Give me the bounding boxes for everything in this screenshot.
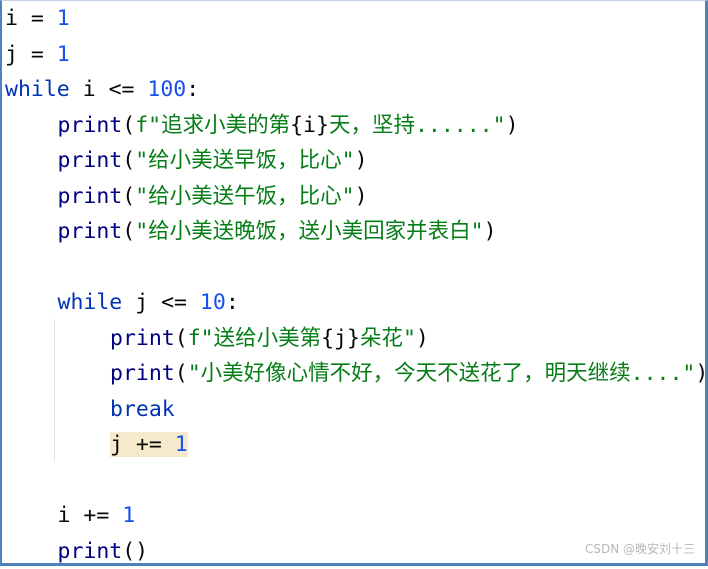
token-var: i [5, 6, 18, 31]
token-op: : [226, 290, 239, 315]
token-op: ( [122, 148, 135, 173]
token-fn: print [58, 148, 123, 173]
token-op: ( [175, 326, 188, 351]
code-line-content: while j <= 10: [58, 290, 239, 315]
indent-guide [54, 319, 55, 461]
token-num: 1 [57, 6, 70, 31]
token-op: : [186, 77, 199, 102]
token-str: "给小美送晚饭，送小美回家并表白" [135, 219, 483, 244]
token-op: += [70, 503, 122, 528]
code-line[interactable]: j = 1 [5, 37, 70, 73]
token-kw: while [5, 77, 70, 102]
token-var: {j} [321, 326, 360, 351]
token-op: <= [96, 77, 148, 102]
code-line[interactable]: print() [58, 534, 149, 569]
token-op: ) [355, 148, 368, 173]
code-line[interactable]: j += 1 [110, 427, 188, 463]
code-line[interactable]: print(f"送给小美第{j}朵花") [110, 321, 429, 357]
token-var: i [58, 503, 71, 528]
code-line-content: i = 1 [5, 6, 70, 31]
token-num: 1 [175, 432, 188, 457]
token-op: ) [355, 184, 368, 209]
code-line-content: print("小美好像心情不好，今天不送花了，明天继续....") [110, 361, 708, 386]
code-line-content: i += 1 [58, 503, 136, 528]
token-op: = [18, 42, 57, 67]
code-line[interactable]: while j <= 10: [58, 285, 239, 321]
token-str: "给小美送早饭，比心" [135, 148, 354, 173]
code-line-content: print("给小美送晚饭，送小美回家并表白") [58, 219, 497, 244]
token-op: ( [122, 219, 135, 244]
token-str: f"送给小美第 [188, 326, 321, 351]
code-screenshot-frame: i = 1j = 1while i <= 100:print(f"追求小美的第{… [0, 0, 708, 566]
code-line[interactable]: print("给小美送晚饭，送小美回家并表白") [58, 214, 497, 250]
code-line-content: print("给小美送午饭，比心") [58, 184, 368, 209]
code-line-content: j = 1 [5, 42, 70, 67]
token-op: ) [506, 113, 519, 138]
code-line-content: print(f"追求小美的第{i}天，坚持......") [58, 113, 519, 138]
token-var: j [110, 432, 123, 457]
token-op: ( [122, 113, 135, 138]
highlighted-code: j += 1 [110, 432, 188, 457]
token-op [70, 77, 83, 102]
code-line[interactable]: print(f"追求小美的第{i}天，坚持......") [58, 108, 519, 144]
token-op: () [122, 539, 148, 564]
token-op: = [18, 6, 57, 31]
token-str: 天，坚持......" [329, 113, 506, 138]
code-line[interactable]: print("给小美送午饭，比心") [58, 179, 368, 215]
token-fn: print [58, 219, 123, 244]
token-op: ) [416, 326, 429, 351]
token-op: += [123, 432, 175, 457]
code-line-content: print(f"送给小美第{j}朵花") [110, 326, 429, 351]
watermark: CSDN @晚安刘十三 [585, 540, 695, 557]
code-line-content: break [110, 397, 175, 422]
code-line[interactable]: i += 1 [58, 498, 136, 534]
code-line-content: print() [58, 539, 149, 564]
token-op: ( [175, 361, 188, 386]
token-fn: print [58, 113, 123, 138]
code-line-content: print("给小美送早饭，比心") [58, 148, 368, 173]
token-kw: break [110, 397, 175, 422]
code-line[interactable]: i = 1 [5, 1, 70, 37]
token-op: ) [695, 361, 708, 386]
token-kw: while [58, 290, 123, 315]
token-str: "小美好像心情不好，今天不送花了，明天继续...." [188, 361, 696, 386]
token-num: 100 [147, 77, 186, 102]
token-fn: print [110, 326, 175, 351]
code-line[interactable]: print("给小美送早饭，比心") [58, 143, 368, 179]
code-line[interactable]: print("小美好像心情不好，今天不送花了，明天继续....") [110, 356, 708, 392]
token-fn: print [58, 184, 123, 209]
token-num: 1 [122, 503, 135, 528]
token-var: i [83, 77, 96, 102]
token-op: ) [484, 219, 497, 244]
code-line[interactable]: break [110, 392, 175, 428]
token-op: ( [122, 184, 135, 209]
token-str: "给小美送午饭，比心" [135, 184, 354, 209]
token-op: <= [148, 290, 200, 315]
token-num: 10 [200, 290, 226, 315]
token-str: f"追求小美的第 [135, 113, 290, 138]
code-line-content: while i <= 100: [5, 77, 199, 102]
token-op [122, 290, 135, 315]
token-str: 朵花" [360, 326, 416, 351]
token-var: {i} [290, 113, 329, 138]
code-line[interactable]: while i <= 100: [5, 72, 199, 108]
token-var: j [5, 42, 18, 67]
token-num: 1 [57, 42, 70, 67]
token-var: j [135, 290, 148, 315]
token-fn: print [110, 361, 175, 386]
token-fn: print [58, 539, 123, 564]
